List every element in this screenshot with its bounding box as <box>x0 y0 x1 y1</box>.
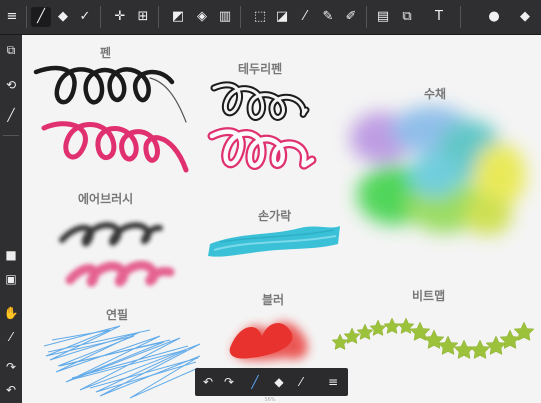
hand-icon[interactable]: ✋ <box>1 303 21 323</box>
label-pen: 펜 <box>100 46 112 60</box>
pen-stroke-black <box>33 65 175 105</box>
bucket-icon[interactable]: ◈ <box>192 7 212 27</box>
left-toolbar: ⧉ ⟲ ╱ ■ ▣ ✋ ⁄ ↷ ↶ <box>0 35 22 403</box>
toolbar-divider <box>26 6 27 28</box>
edit-selection-icon[interactable]: ✎ <box>318 7 338 27</box>
airbrush-stroke-pink <box>65 260 175 287</box>
bitmap-stroke <box>331 317 535 359</box>
brush-icon[interactable]: ╱ <box>31 7 51 27</box>
finger-stroke <box>208 226 340 257</box>
bitmap-star <box>331 333 349 350</box>
pen-stroke-thin <box>149 77 187 123</box>
label-watercolor: 수채 <box>424 87 447 101</box>
select-fill-icon[interactable]: ◪ <box>272 7 292 27</box>
label-airbrush: 에어브러시 <box>78 192 134 206</box>
label-bitmap: 비트맵 <box>412 289 446 303</box>
redo-icon[interactable]: ↷ <box>1 357 21 377</box>
label-finger: 손가락 <box>258 209 292 223</box>
undo-icon[interactable]: ↶ <box>1 380 21 400</box>
select-pen-icon[interactable]: ✐ <box>341 7 361 27</box>
check-pen-icon[interactable]: ✓ <box>75 7 95 27</box>
frame-icon[interactable]: ▤ <box>373 7 393 27</box>
redo-icon[interactable]: ↷ <box>219 372 239 392</box>
toolbar-divider <box>240 6 241 28</box>
menu-icon[interactable]: ≡ <box>323 372 343 392</box>
eyedropper-icon[interactable]: ⁄ <box>1 327 21 347</box>
toolbar-divider <box>100 6 101 28</box>
pencil-stroke <box>43 325 201 399</box>
layer-icon[interactable]: ▣ <box>1 269 21 289</box>
move-icon[interactable]: ✛ <box>110 7 130 27</box>
watercolor-blob <box>350 106 526 235</box>
bitmap-star <box>397 317 415 334</box>
toolbar-divider <box>3 135 19 136</box>
brush-size-icon[interactable]: ╱ <box>1 105 21 125</box>
airbrush-stroke-black <box>59 222 163 247</box>
blur-stroke <box>229 322 308 361</box>
drawing-canvas[interactable]: 펜 테두리펜 수채 에어브러시 손가락 연필 블러 비트맵 <box>22 35 541 403</box>
bitmap-star <box>383 317 401 334</box>
top-toolbar: ≡ ╱ ◆ ✓ ✛ ⊞ ◩ ◈ ▥ ⬚ ◪ ⁄ ✎ ✐ ▤ ⧉ T ● ◆ <box>0 0 541 35</box>
transform-icon[interactable]: ⊞ <box>133 7 153 27</box>
label-border-pen: 테두리펜 <box>238 62 283 76</box>
toolbar-divider <box>460 6 461 28</box>
eraser-icon[interactable]: ◆ <box>269 372 289 392</box>
layers-icon[interactable]: ◆ <box>515 7 535 27</box>
toolbar-divider <box>366 6 367 28</box>
copy-icon[interactable]: ⧉ <box>397 7 417 27</box>
navigator-icon[interactable]: ⧉ <box>1 40 21 60</box>
undo-icon[interactable]: ↶ <box>198 372 218 392</box>
eyedropper-icon[interactable]: ⁄ <box>291 372 311 392</box>
rotate-icon[interactable]: ⟲ <box>1 75 21 95</box>
color-swatch-icon[interactable]: ■ <box>1 245 21 265</box>
zoom-level: 56% <box>264 397 276 403</box>
text-icon[interactable]: T <box>429 7 449 27</box>
bitmap-star <box>369 319 387 336</box>
toolbar-divider <box>158 6 159 28</box>
brush-icon[interactable]: ╱ <box>245 372 265 392</box>
eraser-icon[interactable]: ◆ <box>53 7 73 27</box>
label-blur: 블러 <box>262 293 285 307</box>
select-rect-icon[interactable]: ⬚ <box>250 7 270 27</box>
pen-stroke-pink <box>41 121 189 173</box>
gradient-icon[interactable]: ▥ <box>215 7 235 27</box>
chat-icon[interactable]: ● <box>484 7 504 27</box>
label-pencil: 연필 <box>106 308 129 322</box>
quick-toolbar: ↶ ↷ ╱ ◆ ⁄ ≡ <box>195 368 348 396</box>
fill-shapes-icon[interactable]: ◩ <box>168 7 188 27</box>
menu-icon[interactable]: ≡ <box>2 7 22 27</box>
magic-wand-icon[interactable]: ⁄ <box>295 7 315 27</box>
